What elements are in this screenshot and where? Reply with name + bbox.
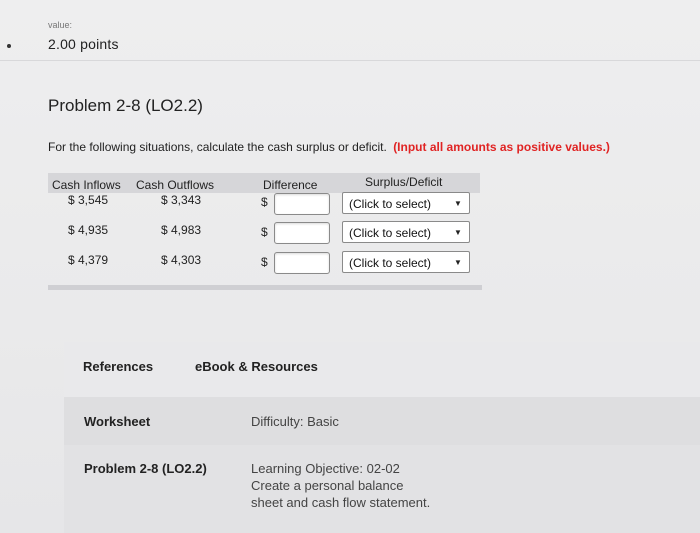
learning-objective: Learning Objective: 02-02 Create a perso… [251, 461, 431, 510]
problem-title: Problem 2-8 (LO2.2) [48, 96, 203, 115]
row1-select-text: (Click to select) [349, 197, 432, 211]
row3-outflow: $ 4,303 [161, 253, 202, 267]
row2-inflow: $ 4,935 [68, 223, 109, 237]
worksheet-label: Worksheet [84, 414, 151, 429]
tab-references[interactable]: References [83, 359, 153, 374]
header-surplus-deficit: Surplus/Deficit [365, 175, 443, 189]
row1-inflow: $ 3,545 [68, 193, 109, 207]
tab-ebook-resources[interactable]: eBook & Resources [195, 359, 318, 374]
row1-difference-input[interactable] [274, 193, 330, 215]
dropdown-arrow-icon: ▼ [454, 257, 462, 267]
instructions-highlight: (Input all amounts as positive values.) [393, 140, 610, 154]
row3-currency: $ [261, 255, 268, 269]
row1-currency: $ [261, 195, 268, 209]
dropdown-arrow-icon: ▼ [454, 227, 462, 237]
row2-select-text: (Click to select) [349, 226, 432, 240]
row3-difference-input[interactable] [274, 252, 330, 274]
row1-outflow: $ 3,343 [161, 193, 202, 207]
row2-outflow: $ 4,983 [161, 223, 202, 237]
dropdown-arrow-icon: ▼ [454, 198, 462, 208]
references-content: Worksheet Difficulty: Basic Problem 2-8 … [64, 397, 700, 533]
row3-surplus-deficit-select[interactable]: (Click to select) ▼ [342, 251, 470, 273]
points-value: 2.00 points [48, 36, 119, 52]
row1-surplus-deficit-select[interactable]: (Click to select) ▼ [342, 192, 470, 214]
header-cash-inflows: Cash Inflows [52, 178, 121, 192]
row2-difference-input[interactable] [274, 222, 330, 244]
instructions: For the following situations, calculate … [48, 140, 610, 154]
problem-reference-label: Problem 2-8 (LO2.2) [84, 461, 207, 476]
divider [0, 60, 700, 61]
row2-surplus-deficit-select[interactable]: (Click to select) ▼ [342, 221, 470, 243]
difficulty-label: Difficulty: Basic [251, 414, 339, 429]
row3-inflow: $ 4,379 [68, 253, 109, 267]
bullet-dot [7, 44, 11, 48]
row3-select-text: (Click to select) [349, 256, 432, 270]
header-difference: Difference [263, 178, 318, 192]
worksheet-row: Worksheet Difficulty: Basic [64, 397, 700, 445]
table-bottom-bar [48, 285, 482, 290]
value-label: value: [48, 20, 73, 30]
instructions-text: For the following situations, calculate … [48, 140, 387, 154]
row2-currency: $ [261, 225, 268, 239]
references-panel: References eBook & Resources Worksheet D… [64, 342, 700, 533]
header-cash-outflows: Cash Outflows [136, 178, 215, 192]
